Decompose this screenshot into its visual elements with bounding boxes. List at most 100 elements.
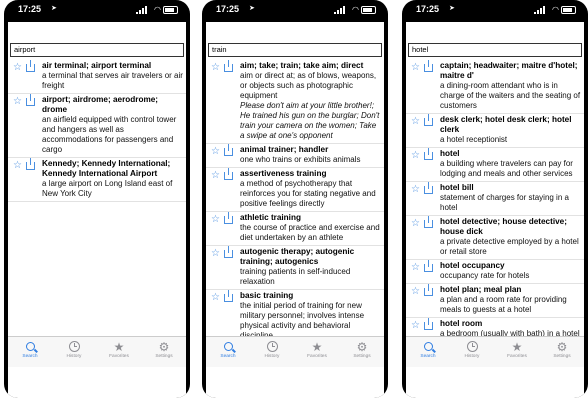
tab-favorites[interactable]: ★ Favorites (97, 340, 141, 359)
results-list[interactable]: ☆ aim; take; train; take aim; direct aim o… (206, 60, 384, 336)
results-list[interactable]: ☆ air terminal; airport terminal a termina… (8, 60, 186, 336)
status-bar: 17:25 ➤ ◠ (406, 0, 584, 22)
share-icon[interactable] (224, 246, 233, 258)
tab-search[interactable]: Search (206, 340, 250, 359)
list-item[interactable]: ☆ hotel detective; house detective; house… (406, 216, 584, 260)
share-icon[interactable] (424, 260, 433, 272)
entry-example: Please don't aim at your little brother!… (240, 101, 380, 140)
entry-headword: hotel plan; meal plan (440, 285, 522, 294)
share-icon[interactable] (224, 144, 233, 156)
wifi-icon: ◠ (154, 5, 161, 14)
cellular-signal-icon (334, 6, 347, 14)
share-icon[interactable] (424, 216, 433, 228)
list-item[interactable]: ☆ animal trainer; handler one who trains o… (206, 144, 384, 168)
favorite-star-icon[interactable]: ☆ (211, 62, 220, 73)
favorite-star-icon[interactable]: ☆ (411, 320, 420, 331)
favorite-star-icon[interactable]: ☆ (411, 286, 420, 297)
favorite-star-icon[interactable]: ☆ (411, 184, 420, 195)
list-item[interactable]: ☆ assertiveness training a method of psych… (206, 168, 384, 212)
list-item[interactable]: ☆ airport; airdrome; aerodrome; drome an a… (8, 94, 186, 158)
status-time: 17:25 (216, 4, 240, 14)
search-input[interactable]: hotel (408, 43, 582, 57)
entry-actions: ☆ (411, 318, 437, 332)
share-icon[interactable] (224, 290, 233, 302)
favorite-star-icon[interactable]: ☆ (13, 96, 22, 107)
list-item[interactable]: ☆ Kennedy; Kennedy International; Kennedy… (8, 158, 186, 202)
share-icon[interactable] (26, 60, 35, 72)
favorite-star-icon[interactable]: ☆ (411, 262, 420, 273)
share-icon[interactable] (424, 114, 433, 126)
share-icon[interactable] (224, 60, 233, 72)
list-item[interactable]: ☆ air terminal; airport terminal a termina… (8, 60, 186, 94)
tab-bar: Search History ★ Favorites ⚙ Settings (206, 336, 384, 367)
list-item[interactable]: ☆ hotel room a bedroom (usually with bath)… (406, 318, 584, 336)
entry-actions: ☆ (411, 182, 437, 196)
favorite-star-icon[interactable]: ☆ (411, 116, 420, 127)
favorite-star-icon[interactable]: ☆ (13, 160, 22, 171)
tab-history[interactable]: History (52, 340, 96, 359)
tab-history[interactable]: History (250, 340, 294, 359)
entry-actions: ☆ (411, 114, 437, 128)
tab-settings[interactable]: ⚙ Settings (142, 340, 186, 359)
share-icon[interactable] (26, 94, 35, 106)
entry-definition: a bedroom (usually with bath) in a hotel (440, 329, 580, 336)
share-icon[interactable] (424, 60, 433, 72)
tab-settings[interactable]: ⚙ Settings (540, 340, 584, 359)
tab-favorites[interactable]: ★ Favorites (295, 340, 339, 359)
tab-label: Favorites (109, 354, 129, 359)
tab-search[interactable]: Search (406, 340, 450, 359)
share-icon[interactable] (26, 158, 35, 170)
phone-screen: 17:25 ➤ ◠ hotel ☆ captain; headwaiter; maitre… (406, 0, 584, 398)
favorite-star-icon[interactable]: ☆ (211, 170, 220, 181)
favorite-star-icon[interactable]: ☆ (211, 146, 220, 157)
share-icon[interactable] (424, 284, 433, 296)
list-item[interactable]: ☆ hotel bill statement of charges for stay… (406, 182, 584, 216)
share-icon[interactable] (224, 168, 233, 180)
entry-headword: air terminal; airport terminal (42, 61, 152, 70)
list-item[interactable]: ☆ autogenic therapy; autogenic training; … (206, 246, 384, 290)
list-item[interactable]: ☆ hotel occupancy occupancy rate for hotel… (406, 260, 584, 284)
search-input[interactable]: train (208, 43, 382, 57)
tab-label: Favorites (307, 354, 327, 359)
favorite-star-icon[interactable]: ☆ (211, 214, 220, 225)
tab-search[interactable]: Search (8, 340, 52, 359)
favorite-star-icon[interactable]: ☆ (13, 62, 22, 73)
cellular-signal-icon (534, 6, 547, 14)
home-indicator (256, 385, 326, 388)
entry-definition: the course of practice and exercise and … (240, 223, 380, 242)
share-icon[interactable] (424, 182, 433, 194)
entry-actions: ☆ (211, 144, 237, 158)
tab-settings[interactable]: ⚙ Settings (340, 340, 384, 359)
clock-icon (450, 340, 494, 354)
entry-headword: airport; airdrome; aerodrome; drome (42, 95, 159, 114)
list-item[interactable]: ☆ hotel plan; meal plan a plan and a room … (406, 284, 584, 318)
entry-actions: ☆ (13, 94, 39, 108)
list-item[interactable]: ☆ athletic training the course of practice… (206, 212, 384, 246)
list-item[interactable]: ☆ aim; take; train; take aim; direct aim o… (206, 60, 384, 144)
tab-label: Favorites (507, 354, 527, 359)
list-item[interactable]: ☆ hotel a building where travelers can pay… (406, 148, 584, 182)
favorite-star-icon[interactable]: ☆ (211, 248, 220, 259)
share-icon[interactable] (224, 212, 233, 224)
share-icon[interactable] (424, 148, 433, 160)
tab-bar: Search History ★ Favorites ⚙ Settings (8, 336, 186, 367)
entry-actions: ☆ (13, 60, 39, 74)
entry-headword: basic training (240, 291, 294, 300)
tab-favorites[interactable]: ★ Favorites (495, 340, 539, 359)
entry-definition: an airfield equipped with control tower … (42, 115, 177, 154)
search-input[interactable]: airport (10, 43, 184, 57)
list-item[interactable]: ☆ captain; headwaiter; maitre d'hotel; ma… (406, 60, 584, 114)
favorite-star-icon[interactable]: ☆ (411, 218, 420, 229)
share-icon[interactable] (424, 318, 433, 330)
entry-headword: hotel detective; house detective; house … (440, 217, 567, 236)
list-item[interactable]: ☆ basic training the initial period of tra… (206, 290, 384, 336)
favorite-star-icon[interactable]: ☆ (211, 292, 220, 303)
list-item[interactable]: ☆ desk clerk; hotel desk clerk; hotel cle… (406, 114, 584, 148)
results-list[interactable]: ☆ captain; headwaiter; maitre d'hotel; ma… (406, 60, 584, 336)
entry-actions: ☆ (211, 60, 237, 74)
tab-history[interactable]: History (450, 340, 494, 359)
favorite-star-icon[interactable]: ☆ (411, 150, 420, 161)
wifi-icon: ◠ (552, 5, 559, 14)
gear-icon: ⚙ (556, 340, 568, 354)
favorite-star-icon[interactable]: ☆ (411, 62, 420, 73)
